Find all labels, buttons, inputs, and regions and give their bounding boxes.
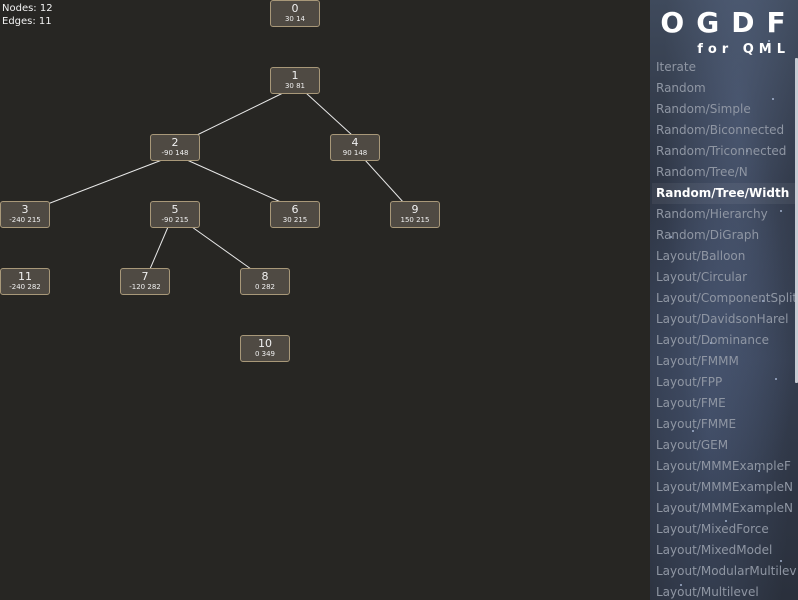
menu-item-layout-componentsplit[interactable]: Layout/ComponentSplit: [652, 288, 796, 309]
node-id: 11: [18, 270, 32, 283]
menu-item-layout-modularmultilevel[interactable]: Layout/ModularMultilev: [652, 561, 796, 582]
app-subtitle: for QML: [697, 42, 790, 57]
menu-item-random[interactable]: Random: [652, 78, 796, 99]
node-coordinates: 30 81: [284, 82, 306, 90]
node-coordinates: 0 282: [254, 283, 276, 291]
menu-item-random-tree-n[interactable]: Random/Tree/N: [652, 162, 796, 183]
app-logo: OGDF: [660, 6, 798, 39]
menu-item-layout-mixedmodel[interactable]: Layout/MixedModel: [652, 540, 796, 561]
menu-item-layout-davidsonharel[interactable]: Layout/DavidsonHarel: [652, 309, 796, 330]
node-id: 4: [351, 136, 359, 149]
node-id: 0: [291, 2, 299, 15]
menu-item-layout-mixedforce[interactable]: Layout/MixedForce: [652, 519, 796, 540]
node-id: 2: [171, 136, 179, 149]
node-coordinates: -90 148: [161, 149, 189, 157]
graph-node[interactable]: 6 30 215: [270, 201, 320, 228]
edge-2-6: [186, 159, 284, 204]
graph-node[interactable]: 2 -90 148: [150, 134, 200, 161]
edge-5-8: [191, 226, 252, 270]
node-coordinates: 150 215: [400, 216, 430, 224]
node-coordinates: -240 215: [9, 216, 41, 224]
node-id: 9: [411, 203, 419, 216]
menu-item-layout-fpp[interactable]: Layout/FPP: [652, 372, 796, 393]
graph-node[interactable]: 1 30 81: [270, 67, 320, 94]
menu-item-layout-mmmexamplef[interactable]: Layout/MMMExampleF: [652, 456, 796, 477]
graph-node[interactable]: 9 150 215: [390, 201, 440, 228]
node-id: 10: [258, 337, 272, 350]
menu-item-layout-mmmexamplen[interactable]: Layout/MMMExampleN: [652, 477, 796, 498]
menu-item-layout-circular[interactable]: Layout/Circular: [652, 267, 796, 288]
node-coordinates: 30 215: [282, 216, 308, 224]
node-id: 8: [261, 270, 269, 283]
menu-item-layout-balloon[interactable]: Layout/Balloon: [652, 246, 796, 267]
graph-node[interactable]: 10 0 349: [240, 335, 290, 362]
menu-item-random-digraph[interactable]: Random/DiGraph: [652, 225, 796, 246]
graph-node[interactable]: 4 90 148: [330, 134, 380, 161]
menu-item-layout-dominance[interactable]: Layout/Dominance: [652, 330, 796, 351]
edge-4-9: [364, 159, 405, 204]
menu-item-random-tree-width[interactable]: Random/Tree/Width: [652, 183, 796, 204]
node-id: 1: [291, 69, 299, 82]
edge-1-2: [196, 92, 284, 136]
menu-item-random-simple[interactable]: Random/Simple: [652, 99, 796, 120]
menu-item-layout-fmme[interactable]: Layout/FMME: [652, 414, 796, 435]
graph-node[interactable]: 5 -90 215: [150, 201, 200, 228]
menu-item-layout-gem[interactable]: Layout/GEM: [652, 435, 796, 456]
graph-node[interactable]: 7 -120 282: [120, 268, 170, 295]
edge-5-7: [149, 226, 169, 270]
graph-canvas[interactable]: Nodes: 12 Edges: 11 0 30 14 1 30 81 2 -9…: [0, 0, 650, 600]
graph-node[interactable]: 0 30 14: [270, 0, 320, 27]
sidebar: OGDF for QML Iterate Random Random/Simpl…: [650, 0, 798, 600]
menu-item-layout-fmmm[interactable]: Layout/FMMM: [652, 351, 796, 372]
menu-item-random-hierarchy[interactable]: Random/Hierarchy: [652, 204, 796, 225]
menu-item-random-biconnected[interactable]: Random/Biconnected: [652, 120, 796, 141]
menu-item-iterate[interactable]: Iterate: [652, 57, 796, 78]
edge-1-4: [305, 92, 353, 136]
edge-2-3: [44, 159, 163, 206]
graph-node[interactable]: 3 -240 215: [0, 201, 50, 228]
node-coordinates: 90 148: [342, 149, 368, 157]
node-id: 7: [141, 270, 149, 283]
node-id: 3: [21, 203, 29, 216]
node-id: 5: [171, 203, 179, 216]
graph-node[interactable]: 8 0 282: [240, 268, 290, 295]
node-coordinates: -90 215: [161, 216, 189, 224]
node-coordinates: -240 282: [9, 283, 41, 291]
menu-item-random-triconnected[interactable]: Random/Triconnected: [652, 141, 796, 162]
menu-item-layout-multilevel[interactable]: Layout/Multilevel: [652, 582, 796, 600]
graph-node[interactable]: 11 -240 282: [0, 268, 50, 295]
node-coordinates: -120 282: [129, 283, 161, 291]
graph-edges: [44, 92, 405, 270]
menu-item-layout-mmmexamplen-2[interactable]: Layout/MMMExampleN: [652, 498, 796, 519]
node-id: 6: [291, 203, 299, 216]
node-coordinates: 30 14: [284, 15, 306, 23]
action-menu: Iterate Random Random/Simple Random/Bico…: [652, 57, 796, 600]
menu-item-layout-fme[interactable]: Layout/FME: [652, 393, 796, 414]
node-coordinates: 0 349: [254, 350, 276, 358]
